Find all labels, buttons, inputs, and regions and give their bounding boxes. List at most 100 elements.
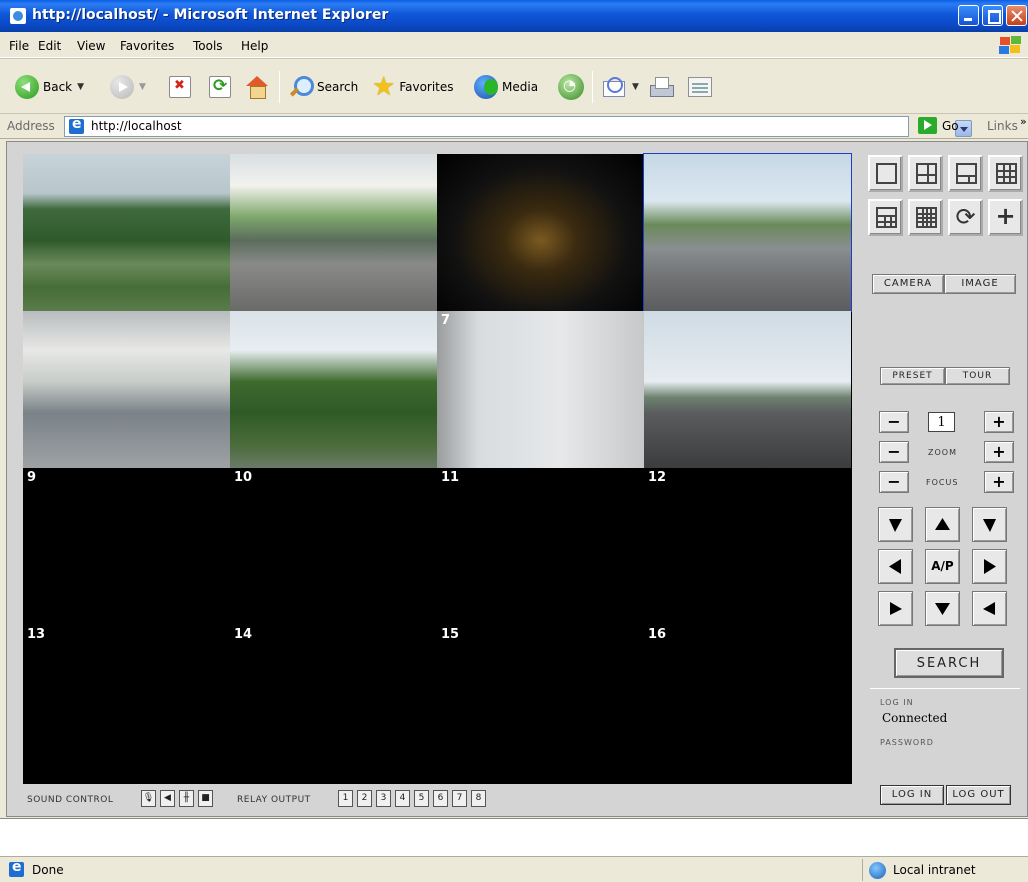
back-dropdown-icon[interactable]: ▼ [77, 82, 84, 92]
layout-1x1-button[interactable] [868, 155, 903, 192]
ptz-down-right-button[interactable] [972, 591, 1007, 626]
minimize-button[interactable] [958, 5, 979, 26]
intranet-globe-icon [869, 862, 886, 879]
menu-tools[interactable]: Tools [193, 39, 223, 53]
address-input[interactable]: http://localhost [64, 116, 972, 137]
menu-view[interactable]: View [77, 39, 105, 53]
menu-file[interactable]: File [9, 39, 29, 53]
auto-pan-button[interactable]: A/P [925, 549, 960, 584]
camera-view-10[interactable]: 10 [230, 468, 437, 625]
links-chevron-icon[interactable]: » [1020, 115, 1027, 128]
relay-button-3[interactable]: 3 [376, 790, 391, 807]
camera-view-6[interactable] [230, 311, 437, 468]
camera-view-9[interactable]: 9 [23, 468, 230, 625]
image-button[interactable]: IMAGE [944, 274, 1016, 294]
camera-view-4[interactable] [643, 153, 852, 312]
layout-16-button[interactable] [908, 199, 943, 236]
microphone-button[interactable]: 🎙 [141, 790, 156, 807]
relay-button-6[interactable]: 6 [433, 790, 448, 807]
mail-button[interactable]: ▼ [601, 69, 639, 105]
camera-number: 9 [27, 470, 37, 485]
back-button[interactable]: Back ▼ [15, 69, 84, 105]
preset-button[interactable]: PRESET [880, 367, 945, 385]
menu-edit[interactable]: Edit [38, 39, 61, 53]
close-button[interactable] [1006, 5, 1027, 26]
sound-stop-button[interactable]: ■ [198, 790, 213, 807]
layout-6-button[interactable] [948, 155, 983, 192]
mail-dropdown-icon[interactable]: ▼ [632, 82, 639, 92]
relay-button-7[interactable]: 7 [452, 790, 467, 807]
links-toolbar[interactable]: Links [987, 119, 1018, 133]
relay-button-1[interactable]: 1 [338, 790, 353, 807]
zoom-out-button[interactable]: − [879, 441, 909, 463]
camera-view-13[interactable]: 13 [23, 625, 230, 782]
relay-button-2[interactable]: 2 [357, 790, 372, 807]
edit-page-icon [688, 77, 712, 97]
search-button[interactable]: Search [289, 69, 358, 105]
forward-button[interactable]: ▼ [110, 69, 146, 105]
refresh-button[interactable] [209, 69, 231, 105]
tour-button[interactable]: TOUR [945, 367, 1010, 385]
camera-view-14[interactable]: 14 [230, 625, 437, 782]
ptz-up-button[interactable] [925, 507, 960, 542]
preset-minus-button[interactable]: − [879, 411, 909, 433]
relay-button-5[interactable]: 5 [414, 790, 429, 807]
stop-button[interactable] [169, 69, 191, 105]
print-button[interactable] [648, 69, 674, 105]
login-button[interactable]: LOG IN [880, 785, 944, 805]
camera-view-11[interactable]: 11 [437, 468, 644, 625]
camera-view-15[interactable]: 15 [437, 625, 644, 782]
camera-view-3[interactable] [437, 154, 644, 311]
camera-button[interactable]: CAMERA [872, 274, 944, 294]
ptz-left-button[interactable] [878, 549, 913, 584]
sequence-rotate-button[interactable]: ⟳ [948, 199, 983, 236]
zone-label: Local intranet [893, 863, 976, 877]
go-button[interactable]: Go [918, 117, 959, 134]
focus-near-button[interactable]: − [879, 471, 909, 493]
camera-view-1[interactable] [23, 154, 230, 311]
focus-far-button[interactable]: + [984, 471, 1014, 493]
preset-number-input[interactable]: 1 [928, 412, 955, 432]
logout-button[interactable]: LOG OUT [946, 785, 1011, 805]
edit-button[interactable] [688, 69, 712, 105]
layout-9-button[interactable] [988, 155, 1023, 192]
home-button[interactable] [245, 69, 269, 105]
camera-number: 7 [441, 313, 451, 328]
stop-icon [169, 76, 191, 98]
history-button[interactable] [558, 69, 584, 105]
camera-view-16[interactable]: 16 [644, 625, 851, 782]
history-icon [558, 74, 584, 100]
favorites-button[interactable]: ★ Favorites [372, 69, 454, 105]
camera-view-12[interactable]: 12 [644, 468, 851, 625]
relay-button-8[interactable]: 8 [471, 790, 486, 807]
speaker-button[interactable]: ◀ [160, 790, 175, 807]
camera-view-2[interactable] [230, 154, 437, 311]
volume-slider-button[interactable]: ╫ [179, 790, 194, 807]
ie-app-icon[interactable] [10, 8, 26, 24]
ptz-right-button[interactable] [972, 549, 1007, 584]
menu-favorites[interactable]: Favorites [120, 39, 174, 53]
layout-10-button[interactable] [868, 199, 903, 236]
search-recordings-button[interactable]: SEARCH [894, 648, 1004, 678]
print-icon [648, 76, 674, 98]
maximize-button[interactable] [982, 5, 1003, 26]
camera-number: 14 [234, 627, 253, 642]
camera-view-8[interactable] [644, 311, 851, 468]
address-url[interactable]: http://localhost [91, 119, 182, 133]
layout-2x2-button[interactable] [908, 155, 943, 192]
relay-button-4[interactable]: 4 [395, 790, 410, 807]
camera-view-5[interactable] [23, 311, 230, 468]
media-button[interactable]: Media [474, 69, 538, 105]
menu-help[interactable]: Help [241, 39, 268, 53]
security-zone[interactable]: Local intranet [862, 859, 1028, 881]
forward-dropdown-icon[interactable]: ▼ [139, 82, 146, 92]
add-camera-button[interactable]: + [988, 199, 1023, 236]
zoom-in-button[interactable]: + [984, 441, 1014, 463]
ptz-up-right-button[interactable] [972, 507, 1007, 542]
ptz-down-left-button[interactable] [878, 591, 913, 626]
status-text: Done [32, 863, 64, 877]
ptz-up-left-button[interactable] [878, 507, 913, 542]
ptz-down-button[interactable] [925, 591, 960, 626]
camera-view-7[interactable]: 7 [437, 311, 644, 468]
preset-plus-button[interactable]: + [984, 411, 1014, 433]
